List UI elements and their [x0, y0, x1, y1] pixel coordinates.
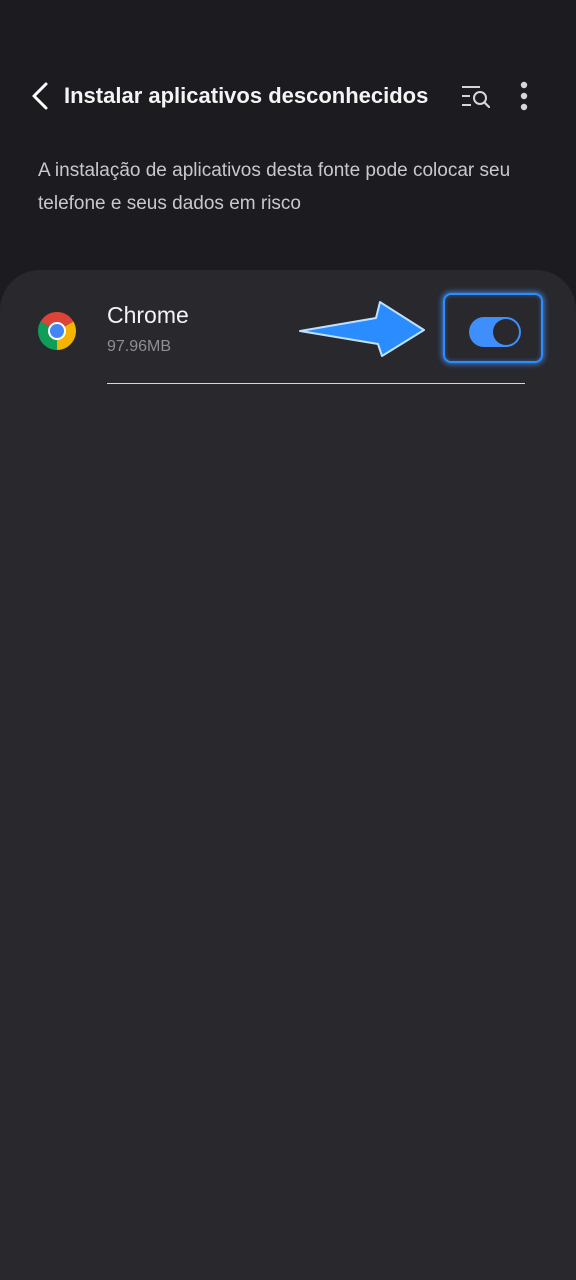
page-title: Instalar aplicativos desconhecidos	[64, 83, 429, 108]
back-arrow-icon	[32, 82, 48, 110]
more-vertical-icon	[520, 81, 528, 111]
annotation-arrow-icon	[299, 301, 425, 357]
toggle-knob	[493, 319, 519, 345]
app-list-item[interactable]: Chrome 97.96MB	[0, 270, 576, 386]
app-list-card: Chrome 97.96MB	[0, 270, 576, 1280]
back-button[interactable]	[20, 76, 60, 116]
allow-install-toggle[interactable]	[469, 317, 521, 347]
top-app-bar: Instalar aplicativos desconhecidos	[0, 0, 576, 140]
app-size: 97.96MB	[107, 338, 172, 355]
app-name: Chrome	[107, 302, 189, 328]
more-options-button[interactable]	[504, 76, 544, 116]
chrome-icon	[38, 312, 76, 350]
search-button[interactable]	[456, 76, 496, 116]
search-list-icon	[462, 86, 491, 109]
divider	[107, 383, 525, 384]
warning-description: A instalação de aplicativos desta fonte …	[38, 160, 511, 214]
